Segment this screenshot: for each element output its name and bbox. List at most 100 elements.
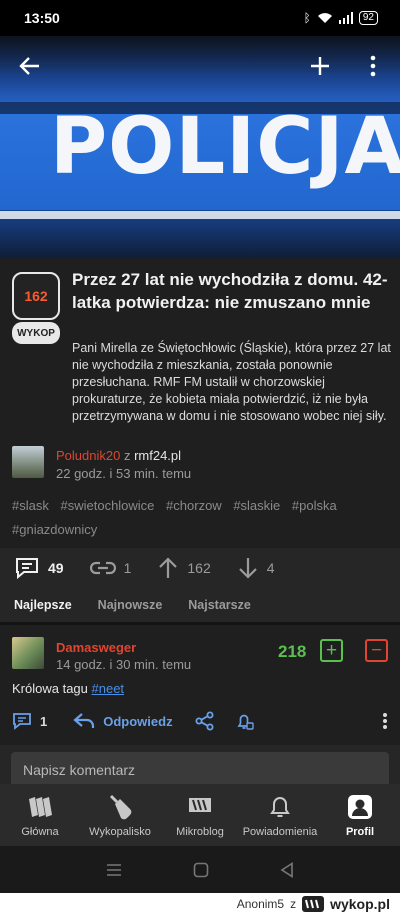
tag[interactable]: #chorzow <box>166 498 222 513</box>
nav-microblog[interactable]: Mikroblog <box>161 794 239 838</box>
nav-notifications[interactable]: Powiadomienia <box>241 794 319 838</box>
comment-icon <box>13 713 31 730</box>
reply-icon <box>73 713 95 728</box>
home-icon[interactable] <box>193 862 209 878</box>
image-top-bar <box>0 36 400 96</box>
watermark-joiner: z <box>290 897 297 911</box>
nav-label: Powiadomienia <box>242 826 318 838</box>
more-vertical-icon <box>383 713 387 729</box>
tag-list: #slask #swietochlowice #chorzow #slaskie… <box>12 494 392 542</box>
bell-icon <box>267 794 293 820</box>
recents-icon[interactable] <box>106 863 122 877</box>
comment-more-button[interactable] <box>382 712 388 730</box>
arrow-up-icon <box>159 557 178 578</box>
comment-hashtag[interactable]: #neet <box>92 681 125 696</box>
link-icon <box>89 561 116 575</box>
comment-avatar[interactable] <box>12 637 44 669</box>
bell-icon <box>237 714 254 730</box>
tab-best[interactable]: Najlepsze <box>14 598 72 612</box>
nav-digging[interactable]: Wykopalisko <box>81 794 159 838</box>
back-triangle-icon[interactable] <box>280 861 294 878</box>
downvote-count: 4 <box>266 560 275 576</box>
vote-count: 162 <box>12 272 60 320</box>
status-bar: 13:50 ᛒ 92 <box>0 0 400 36</box>
comments-count: 49 <box>48 560 64 576</box>
nav-label: Wykopalisko <box>89 826 151 838</box>
nav-home[interactable]: Główna <box>1 794 79 838</box>
article-time: 22 godz. i 53 min. temu <box>56 466 192 481</box>
related-count: 1 <box>123 560 132 576</box>
comment-actions: 1 Odpowiedz <box>12 708 392 734</box>
downvote-button[interactable]: 4 <box>237 557 275 579</box>
tab-newest[interactable]: Najnowsze <box>98 598 163 612</box>
more-vertical-icon <box>370 55 376 77</box>
comment-text: Królowa tagu #neet <box>12 681 124 696</box>
replies-count: 1 <box>40 713 48 729</box>
nav-label: Profil <box>345 826 375 838</box>
author-name[interactable]: Poludnik20 <box>56 448 120 463</box>
article-image[interactable]: POLICJA <box>0 36 400 258</box>
microblog-icon <box>187 794 213 820</box>
nav-profile[interactable]: Profil <box>321 794 399 838</box>
tab-oldest[interactable]: Najstarsze <box>188 598 251 612</box>
watermark: Anonim5 z wykop.pl <box>0 893 400 915</box>
comment-plus-button[interactable]: + <box>320 639 343 662</box>
article-description: Pani Mirella ze Świętochłowic (Śląskie),… <box>72 341 391 423</box>
tag[interactable]: #gniazdownicy <box>12 522 97 537</box>
battery-indicator: 92 <box>358 11 378 25</box>
arrow-down-icon <box>238 558 257 579</box>
profile-icon <box>347 794 373 820</box>
reply-label: Odpowiedz <box>103 713 173 729</box>
source-joiner: z <box>123 448 131 463</box>
comment-score: 218 <box>278 642 307 661</box>
watermark-brand: wykop.pl <box>330 896 390 912</box>
app-screen: 13:50 ᛒ 92 POLICJA 162 WYKOP Przez 27 la… <box>0 0 400 893</box>
author-avatar[interactable] <box>12 446 44 478</box>
related-button[interactable]: 1 <box>89 560 132 576</box>
comment-time: 14 godz. i 30 min. temu <box>56 657 192 672</box>
wifi-icon <box>317 13 332 23</box>
watermark-user: Anonim5 <box>236 897 285 911</box>
notify-button[interactable] <box>235 711 255 731</box>
tag[interactable]: #slaskie <box>233 498 280 513</box>
comment-input[interactable] <box>11 752 389 788</box>
status-icons: ᛒ 92 <box>304 11 378 25</box>
comment-sort-tabs: Najlepsze Najnowsze Najstarsze <box>0 588 400 622</box>
tag[interactable]: #slask <box>12 498 49 513</box>
hero-stripe-light <box>0 211 400 219</box>
wykop-logo-icon <box>27 794 53 820</box>
bottom-navigation: Główna Wykopalisko Mikroblog Powiadomien… <box>0 784 400 846</box>
hero-text: POLICJA <box>50 102 400 192</box>
signal-icon <box>338 12 353 24</box>
nav-label: Główna <box>21 826 59 838</box>
comment-icon <box>16 558 38 579</box>
share-button[interactable] <box>195 711 215 731</box>
add-button[interactable] <box>304 50 336 82</box>
source-link[interactable]: rmf24.pl <box>134 448 181 463</box>
upvote-button[interactable]: 162 <box>157 557 211 579</box>
comment-minus-button[interactable]: − <box>365 639 388 662</box>
comment-body: Królowa tagu <box>12 681 92 696</box>
article-title[interactable]: Przez 27 lat nie wychodziła z domu. 42-l… <box>72 268 390 314</box>
share-icon <box>195 711 214 731</box>
plus-icon <box>311 57 329 75</box>
comment-author[interactable]: Damasweger <box>56 640 136 655</box>
arrow-left-icon <box>19 57 39 75</box>
more-button[interactable] <box>357 50 389 82</box>
status-time: 13:50 <box>24 10 60 26</box>
shovel-icon <box>107 794 133 820</box>
tag[interactable]: #polska <box>292 498 337 513</box>
wykop-logo-icon <box>302 896 325 912</box>
nav-label: Mikroblog <box>176 826 224 838</box>
bluetooth-icon: ᛒ <box>303 11 311 25</box>
article-actions: 49 1 162 4 <box>0 548 400 588</box>
upvote-count: 162 <box>187 560 211 576</box>
reply-button[interactable]: Odpowiedz <box>73 712 173 730</box>
author-line: Poludnik20 z rmf24.pl <box>56 448 181 463</box>
tag[interactable]: #swietochlowice <box>60 498 154 513</box>
system-nav-bar <box>0 846 400 893</box>
comments-button[interactable]: 49 <box>14 557 64 579</box>
comment-replies-button[interactable]: 1 <box>12 712 47 730</box>
wykop-button[interactable]: WYKOP <box>12 322 60 344</box>
back-button[interactable] <box>14 50 46 82</box>
